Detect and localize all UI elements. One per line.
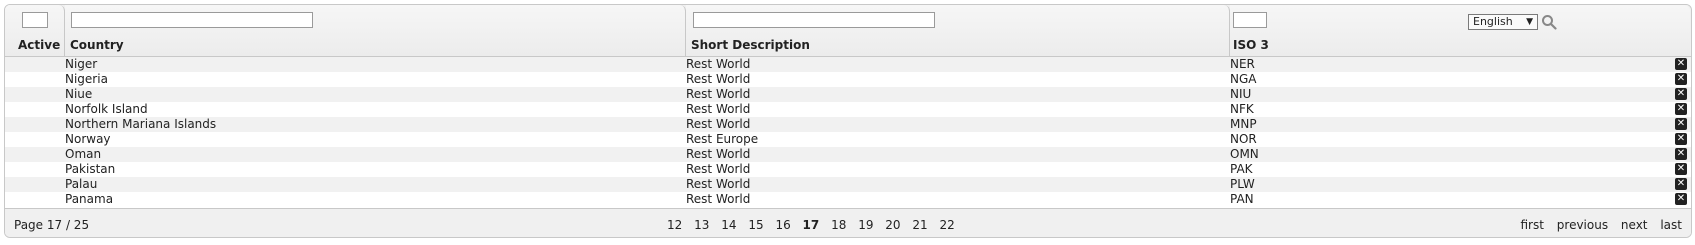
country-column-label: Country (70, 38, 124, 52)
delete-icon[interactable]: ✕ (1675, 118, 1687, 130)
delete-icon[interactable]: ✕ (1675, 148, 1687, 160)
chevron-down-icon: ▼ (1526, 17, 1533, 27)
grid-rows: Niger Rest World NER ✕ Nigeria Rest Worl… (5, 57, 1691, 207)
iso3-column-label: ISO 3 (1233, 38, 1269, 52)
country-cell: Norway (65, 132, 111, 146)
short-description-cell: Rest World (686, 117, 751, 131)
page-link[interactable]: 18 (831, 218, 846, 232)
page-link[interactable]: 15 (748, 218, 763, 232)
short-description-cell: Rest World (686, 177, 751, 191)
country-cell: Palau (65, 177, 98, 191)
page-link[interactable]: 19 (858, 218, 873, 232)
iso3-cell: MNP (1230, 117, 1257, 131)
grid-header: Active Country Short Description ISO 3 E… (5, 5, 1691, 57)
page-link[interactable]: 14 (721, 218, 736, 232)
iso3-cell: NFK (1230, 102, 1254, 116)
next-page-link[interactable]: next (1621, 218, 1648, 232)
page-link[interactable]: 20 (885, 218, 900, 232)
language-select[interactable]: English ▼ (1468, 14, 1538, 30)
short-description-cell: Rest Europe (686, 132, 759, 146)
short-description-cell: Rest World (686, 147, 751, 161)
country-cell: Panama (65, 192, 114, 206)
short-description-column-label: Short Description (691, 38, 810, 52)
table-row[interactable]: Northern Mariana Islands Rest World MNP … (5, 117, 1691, 132)
page-link[interactable]: 22 (940, 218, 955, 232)
table-row[interactable]: Niger Rest World NER ✕ (5, 57, 1691, 72)
page-link[interactable]: 21 (912, 218, 927, 232)
delete-icon[interactable]: ✕ (1675, 73, 1687, 85)
iso3-cell: NIU (1230, 87, 1252, 101)
iso3-filter-input[interactable] (1233, 12, 1267, 28)
pager-nav: first previous next last (1512, 218, 1683, 232)
column-active: Active (5, 5, 65, 56)
iso3-cell: OMN (1230, 147, 1259, 161)
previous-page-link[interactable]: previous (1557, 218, 1608, 232)
active-column-label: Active (18, 38, 61, 52)
delete-icon[interactable]: ✕ (1675, 133, 1687, 145)
table-row[interactable]: Nigeria Rest World NGA ✕ (5, 72, 1691, 87)
table-row[interactable]: Pakistan Rest World PAK ✕ (5, 162, 1691, 177)
table-row[interactable]: Norway Rest Europe NOR ✕ (5, 132, 1691, 147)
iso3-cell: PLW (1230, 177, 1255, 191)
delete-icon[interactable]: ✕ (1675, 103, 1687, 115)
page-info: Page 17 / 25 (14, 218, 90, 232)
page-link-current: 17 (802, 218, 820, 232)
table-row[interactable]: Oman Rest World OMN ✕ (5, 147, 1691, 162)
table-row[interactable]: Niue Rest World NIU ✕ (5, 87, 1691, 102)
last-page-link[interactable]: last (1660, 218, 1682, 232)
language-select-value: English (1473, 15, 1513, 28)
country-grid: Active Country Short Description ISO 3 E… (4, 4, 1692, 238)
search-icon[interactable] (1541, 14, 1557, 30)
country-cell: Niger (65, 57, 98, 71)
table-row[interactable]: Norfolk Island Rest World NFK ✕ (5, 102, 1691, 117)
delete-icon[interactable]: ✕ (1675, 58, 1687, 70)
delete-icon[interactable]: ✕ (1675, 163, 1687, 175)
table-row[interactable]: Panama Rest World PAN ✕ (5, 192, 1691, 207)
country-cell: Norfolk Island (65, 102, 148, 116)
active-filter-input[interactable] (22, 12, 48, 28)
delete-icon[interactable]: ✕ (1675, 178, 1687, 190)
column-short-description: Short Description (686, 5, 1230, 56)
iso3-cell: PAN (1230, 192, 1254, 206)
country-cell: Pakistan (65, 162, 116, 176)
delete-icon[interactable]: ✕ (1675, 193, 1687, 205)
iso3-cell: NOR (1230, 132, 1257, 146)
table-row[interactable]: Palau Rest World PLW ✕ (5, 177, 1691, 192)
page-link[interactable]: 13 (694, 218, 709, 232)
short-description-cell: Rest World (686, 192, 751, 206)
page-link[interactable]: 12 (667, 218, 682, 232)
country-filter-input[interactable] (71, 12, 313, 28)
page-links: 12 13 14 15 16 17 18 19 20 21 22 (667, 218, 963, 232)
short-description-cell: Rest World (686, 57, 751, 71)
country-cell: Niue (65, 87, 93, 101)
first-page-link[interactable]: first (1521, 218, 1544, 232)
country-cell: Oman (65, 147, 102, 161)
iso3-cell: NGA (1230, 72, 1257, 86)
iso3-cell: PAK (1230, 162, 1253, 176)
country-cell: Northern Mariana Islands (65, 117, 217, 131)
short-description-cell: Rest World (686, 162, 751, 176)
short-description-cell: Rest World (686, 87, 751, 101)
iso3-cell: NER (1230, 57, 1255, 71)
delete-icon[interactable]: ✕ (1675, 88, 1687, 100)
pager: Page 17 / 25 12 13 14 15 16 17 18 19 20 … (5, 208, 1691, 237)
short-description-cell: Rest World (686, 102, 751, 116)
column-iso3: ISO 3 (1230, 5, 1690, 56)
short-description-cell: Rest World (686, 72, 751, 86)
country-cell: Nigeria (65, 72, 108, 86)
page-link[interactable]: 16 (775, 218, 790, 232)
short-description-filter-input[interactable] (693, 12, 935, 28)
column-country: Country (65, 5, 686, 56)
